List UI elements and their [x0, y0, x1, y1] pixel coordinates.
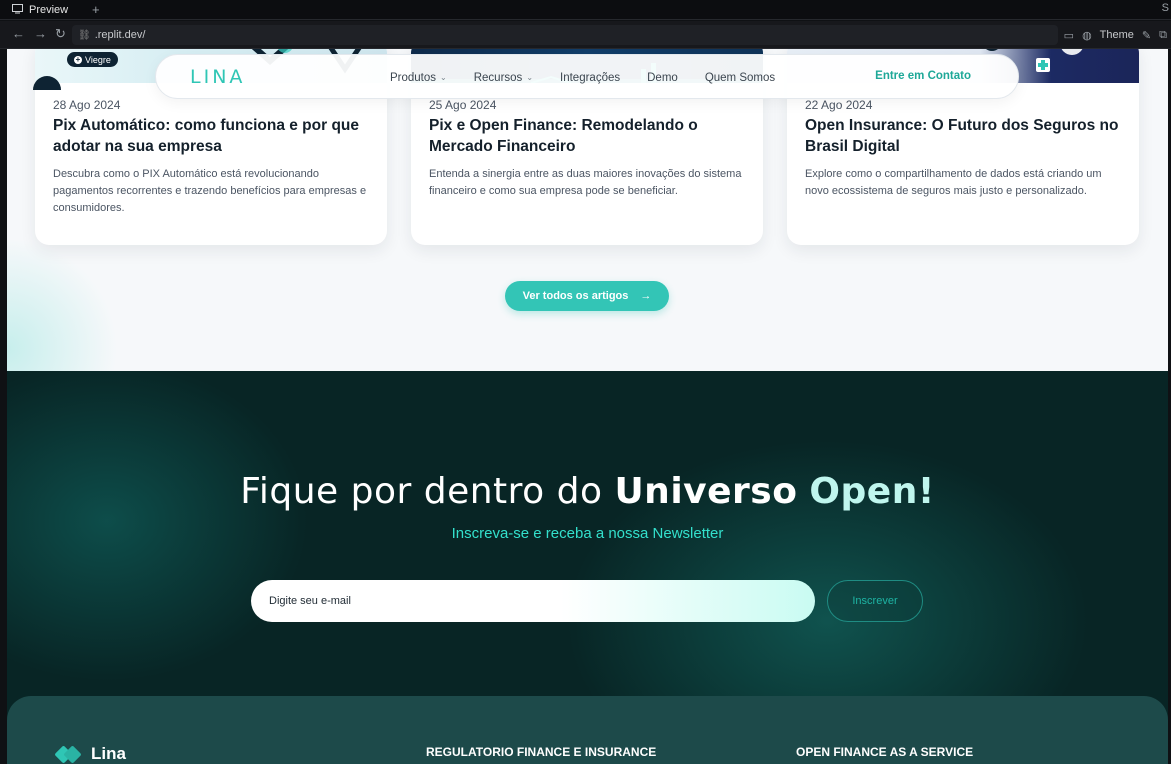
back-arrow-icon[interactable]: ←	[12, 27, 25, 41]
external-link-icon[interactable]: ⧉	[1159, 29, 1167, 42]
site-navbar: LINA Produtos ⌄ Recursos ⌄ Integrações D…	[155, 54, 1019, 99]
article-date: 25 Ago 2024	[429, 98, 497, 112]
newsletter-title-bold: Universo	[614, 471, 798, 512]
article-date: 22 Ago 2024	[805, 98, 873, 112]
browser-toolbar-right: ▭ ◍ Theme ✎ ⧉	[1064, 25, 1171, 45]
new-tab-button[interactable]: +	[92, 2, 100, 17]
badge-label: Viegre	[85, 54, 111, 65]
browser-tab-bar: Preview + S	[0, 0, 1171, 20]
link-icon: ⛓	[78, 29, 91, 41]
chevron-down-icon: ⌄	[440, 73, 447, 82]
article-description: Descubra como o PIX Automático está revo…	[53, 168, 367, 214]
contact-link[interactable]: Entre em Contato	[875, 70, 971, 82]
plus-circle-icon: +	[74, 54, 82, 64]
forward-arrow-icon[interactable]: →	[34, 27, 47, 41]
article-description: Explore como o compartilhamento de dados…	[805, 168, 1102, 197]
palette-icon[interactable]: ◍	[1082, 29, 1092, 42]
article-description: Entenda a sinergia entre as duas maiores…	[429, 168, 742, 197]
footer-heading-open-finance: OPEN FINANCE AS A SERVICE	[796, 745, 974, 759]
site-footer: Lina REGULATORIO FINANCE E INSURANCE OPE…	[7, 696, 1168, 764]
theme-button[interactable]: Theme	[1100, 29, 1134, 41]
footer-logo[interactable]: Lina	[54, 744, 126, 764]
nav-item-demo[interactable]: Demo	[647, 72, 678, 84]
footer-brand: Lina	[91, 744, 126, 763]
nav-item-label: Recursos	[473, 71, 523, 84]
wrench-icon[interactable]: ✎	[1142, 29, 1151, 42]
view-all-articles-button[interactable]: Ver todos os artigos →	[505, 281, 669, 311]
category-badge: + Viegre	[67, 52, 118, 67]
chevron-down-icon: ⌄	[526, 73, 534, 82]
window-left-edge	[0, 49, 7, 764]
tab-title: Preview	[29, 4, 69, 16]
footer-heading-regulatorio: REGULATORIO FINANCE E INSURANCE	[426, 745, 657, 759]
blog-section: 28 Ago 2024 Pix Automático: como funcion…	[7, 49, 1168, 371]
nav-item-label: Produtos	[390, 71, 437, 84]
url-text: .replit.dev/	[94, 29, 146, 41]
cta-label: Ver todos os artigos	[522, 290, 629, 302]
newsletter-title-accent: Open!	[809, 471, 935, 512]
newsletter-subtitle: Inscreva-se e receba a nossa Newsletter	[451, 525, 724, 542]
newsletter-title-part: Fique por dentro do	[240, 471, 615, 512]
url-field[interactable]: ⛓ .replit.dev/	[72, 25, 1058, 45]
newsletter-section: Fique por dentro do Universo Open! Inscr…	[7, 371, 1168, 764]
page-viewport[interactable]: 28 Ago 2024 Pix Automático: como funcion…	[7, 49, 1168, 764]
site-logo[interactable]: LINA	[190, 66, 245, 88]
devices-icon[interactable]: ▭	[1064, 29, 1074, 42]
browser-tab-preview[interactable]: Preview	[6, 0, 82, 20]
nav-item-quem-somos[interactable]: Quem Somos	[705, 72, 775, 84]
arrow-right-icon: →	[640, 290, 652, 302]
newsletter-title: Fique por dentro do Universo Open!	[7, 471, 1168, 512]
monitor-icon	[12, 3, 23, 17]
email-field[interactable]	[251, 580, 815, 622]
subscribe-button[interactable]: Inscrever	[827, 580, 923, 622]
browser-url-bar: ← → ↻ ⛓ .replit.dev/ ▭ ◍ Theme ✎ ⧉	[0, 21, 1171, 49]
reload-icon[interactable]: ↻	[55, 27, 66, 41]
article-title[interactable]: Pix Automático: como funciona e por que …	[53, 115, 375, 157]
article-title[interactable]: Pix e Open Finance: Remodelando o Mercad…	[429, 115, 751, 157]
article-title[interactable]: Open Insurance: O Futuro dos Seguros no …	[805, 115, 1127, 157]
nav-item-produtos[interactable]: Produtos ⌄	[390, 72, 447, 84]
nav-links: Produtos ⌄ Recursos ⌄ Integrações Demo Q…	[390, 55, 775, 100]
window-edge-icon: S	[1161, 2, 1169, 14]
nav-item-integracoes[interactable]: Integrações	[560, 72, 620, 84]
lina-logo-icon	[54, 744, 83, 764]
nav-item-recursos[interactable]: Recursos ⌄	[474, 72, 533, 84]
article-date: 28 Ago 2024	[53, 98, 121, 112]
